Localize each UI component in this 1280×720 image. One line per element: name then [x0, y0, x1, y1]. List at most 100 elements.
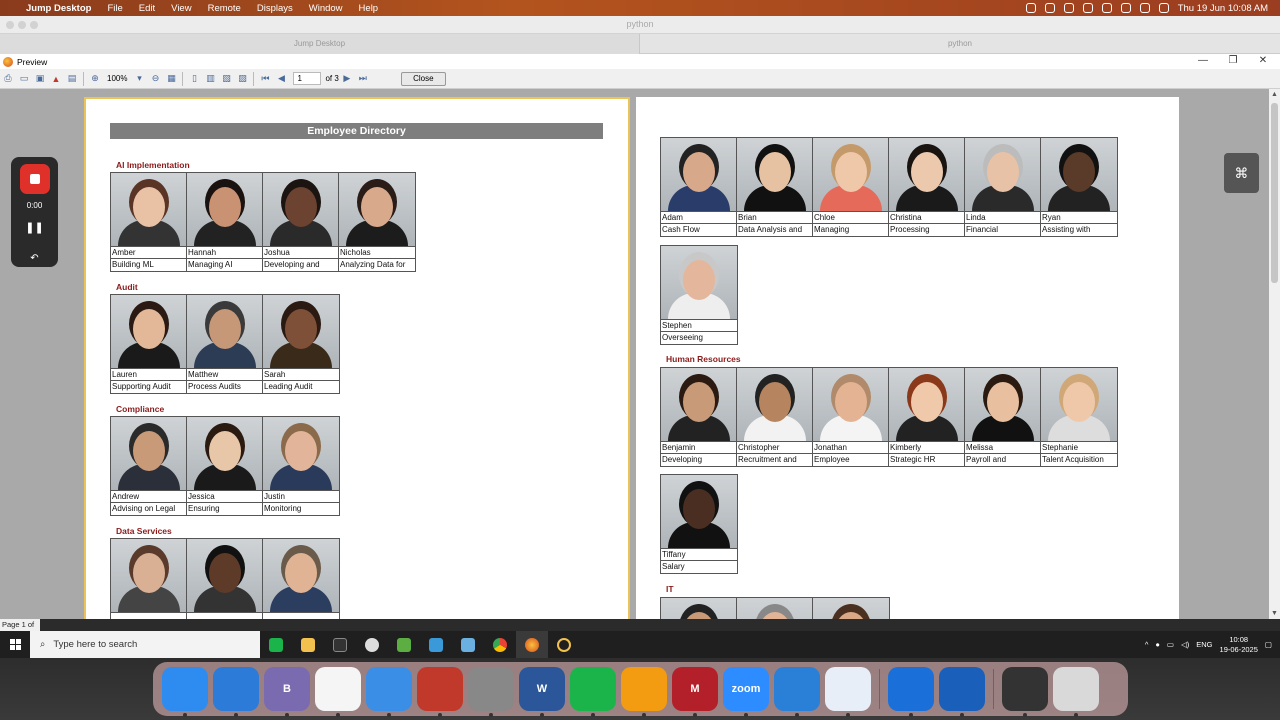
- document-viewer[interactable]: Employee Directory AI Implementation Ambe…: [0, 89, 1280, 619]
- employee-card: Lauren Supporting Audit: [111, 295, 187, 393]
- taskbar-app-edit[interactable]: [452, 631, 484, 658]
- scroll-down-icon[interactable]: ▼: [1271, 610, 1278, 617]
- employee-card: Kimberly Strategic HR: [889, 368, 965, 466]
- export-icon[interactable]: ▤: [66, 73, 78, 85]
- two-page-icon[interactable]: ▥: [204, 73, 216, 85]
- zoom-out-icon[interactable]: ⊖: [149, 73, 161, 85]
- status-icon[interactable]: [1025, 3, 1036, 13]
- single-page-icon[interactable]: ▯: [188, 73, 200, 85]
- jump-keyboard-icon[interactable]: ⌘: [1224, 153, 1259, 193]
- employee-name: Matthew: [187, 369, 262, 381]
- tab-python[interactable]: python: [640, 34, 1280, 54]
- dock-app-keynote-icon[interactable]: [774, 667, 820, 717]
- dock-app-mendeley-icon[interactable]: M: [672, 667, 718, 717]
- dock-app-printer-icon[interactable]: [1002, 667, 1048, 717]
- dock-app-finder-icon[interactable]: [162, 667, 208, 717]
- dock-app-1password2-icon[interactable]: [939, 667, 985, 717]
- menu-window[interactable]: Window: [309, 3, 343, 14]
- menu-displays[interactable]: Displays: [257, 3, 293, 14]
- minimize-icon[interactable]: —: [1188, 54, 1218, 69]
- search-icon[interactable]: [1139, 3, 1150, 13]
- dock-app-paprika-icon[interactable]: [417, 667, 463, 717]
- prev-page-icon[interactable]: ◀: [275, 73, 287, 85]
- taskbar-clock[interactable]: 10:08 19-06-2025: [1220, 635, 1258, 655]
- wifi-icon[interactable]: [1120, 3, 1131, 13]
- last-page-icon[interactable]: ⏭: [357, 73, 369, 85]
- open-icon[interactable]: ▭: [18, 73, 30, 85]
- dock-app-books-icon[interactable]: [621, 667, 667, 717]
- dock-app-1password-icon[interactable]: [888, 667, 934, 717]
- undo-icon[interactable]: ↶: [11, 253, 58, 264]
- dock-app-transmit-icon[interactable]: [825, 667, 871, 717]
- close-icon[interactable]: ✕: [1248, 54, 1278, 69]
- pause-icon[interactable]: ❚❚: [11, 221, 58, 234]
- status-icon[interactable]: [1101, 3, 1112, 13]
- employee-grid: Adam Cash Flow Brian Data Analysis and Chloe…: [660, 137, 1118, 237]
- close-button[interactable]: Close: [400, 71, 446, 86]
- settings-icon[interactable]: ▨: [236, 73, 248, 85]
- notification-icon[interactable]: ▢: [1265, 640, 1272, 649]
- menubar-clock[interactable]: Thu 19 Jun 10:08 AM: [1178, 3, 1268, 14]
- dock-app-word-icon[interactable]: W: [519, 667, 565, 717]
- network-icon[interactable]: ▭: [1167, 640, 1174, 649]
- taskbar-app-remote[interactable]: [420, 631, 452, 658]
- status-icon[interactable]: [1044, 3, 1055, 13]
- tray-chevron-icon[interactable]: ^: [1145, 640, 1149, 649]
- status-icon[interactable]: [1063, 3, 1074, 13]
- pdf-icon[interactable]: ▲: [50, 73, 62, 85]
- dock-app-trash-icon[interactable]: [1053, 667, 1099, 717]
- taskbar-app-chrome[interactable]: [484, 631, 516, 658]
- scrollbar-thumb[interactable]: [1271, 103, 1278, 283]
- dock-app-bookmarks-icon[interactable]: [366, 667, 412, 717]
- employee-card: Joshua Developing and: [263, 173, 339, 271]
- restore-icon[interactable]: ❐: [1218, 54, 1248, 69]
- employee-grid: [660, 597, 890, 619]
- tray-app-icon[interactable]: ●: [1155, 640, 1160, 649]
- dock-app-settings-icon[interactable]: [468, 667, 514, 717]
- print-icon[interactable]: ⎙: [2, 73, 14, 85]
- employee-name: Jonathan: [813, 442, 888, 454]
- dock-app-safari-icon[interactable]: [213, 667, 259, 717]
- dock-app-zoom-icon[interactable]: zoom: [723, 667, 769, 717]
- employee-card: Jonathan Employee: [813, 368, 889, 466]
- dock-app-jump-icon[interactable]: [570, 667, 616, 717]
- dock-app-broom-icon[interactable]: [315, 667, 361, 717]
- search-icon: ⌕: [40, 639, 46, 650]
- taskbar-search[interactable]: ⌕ Type here to search: [30, 631, 260, 658]
- employee-name: Jessica: [187, 491, 262, 503]
- employee-card: Andrew Advising on Legal: [111, 417, 187, 515]
- vertical-scrollbar[interactable]: ▲ ▼: [1269, 89, 1280, 619]
- page-number-input[interactable]: 1: [293, 72, 322, 85]
- zoom-select[interactable]: 100%: [107, 74, 127, 83]
- menu-edit[interactable]: Edit: [139, 3, 155, 14]
- scroll-up-icon[interactable]: ▲: [1271, 91, 1278, 98]
- zoom-in-icon[interactable]: ⊕: [89, 73, 101, 85]
- windows-start-button[interactable]: [0, 631, 30, 658]
- taskbar-app-ollama[interactable]: [548, 631, 580, 658]
- page-setup-icon[interactable]: ▧: [220, 73, 232, 85]
- volume-icon[interactable]: ◁): [1181, 640, 1189, 649]
- fit-page-icon[interactable]: ▦: [165, 73, 177, 85]
- chevron-down-icon[interactable]: ▾: [133, 73, 145, 85]
- control-center-icon[interactable]: [1158, 3, 1169, 13]
- taskbar-app-ai[interactable]: [356, 631, 388, 658]
- status-icon[interactable]: [1082, 3, 1093, 13]
- taskbar-app-python[interactable]: [516, 631, 548, 658]
- language-indicator[interactable]: ENG: [1196, 640, 1212, 649]
- menu-view[interactable]: View: [171, 3, 191, 14]
- next-page-icon[interactable]: ▶: [341, 73, 353, 85]
- save-icon[interactable]: ▣: [34, 73, 46, 85]
- taskbar-app-explorer[interactable]: [292, 631, 324, 658]
- app-name[interactable]: Jump Desktop: [26, 3, 91, 14]
- employee-card: [737, 598, 813, 619]
- taskbar-app-jump[interactable]: [260, 631, 292, 658]
- dock-app-bbedit-icon[interactable]: B: [264, 667, 310, 717]
- tab-jump-desktop[interactable]: Jump Desktop: [0, 34, 640, 54]
- first-page-icon[interactable]: ⏮: [259, 73, 271, 85]
- menu-file[interactable]: File: [107, 3, 122, 14]
- taskbar-app-terminal[interactable]: [324, 631, 356, 658]
- menu-remote[interactable]: Remote: [208, 3, 241, 14]
- stop-record-button[interactable]: [20, 164, 50, 194]
- taskbar-app-node[interactable]: [388, 631, 420, 658]
- menu-help[interactable]: Help: [359, 3, 379, 14]
